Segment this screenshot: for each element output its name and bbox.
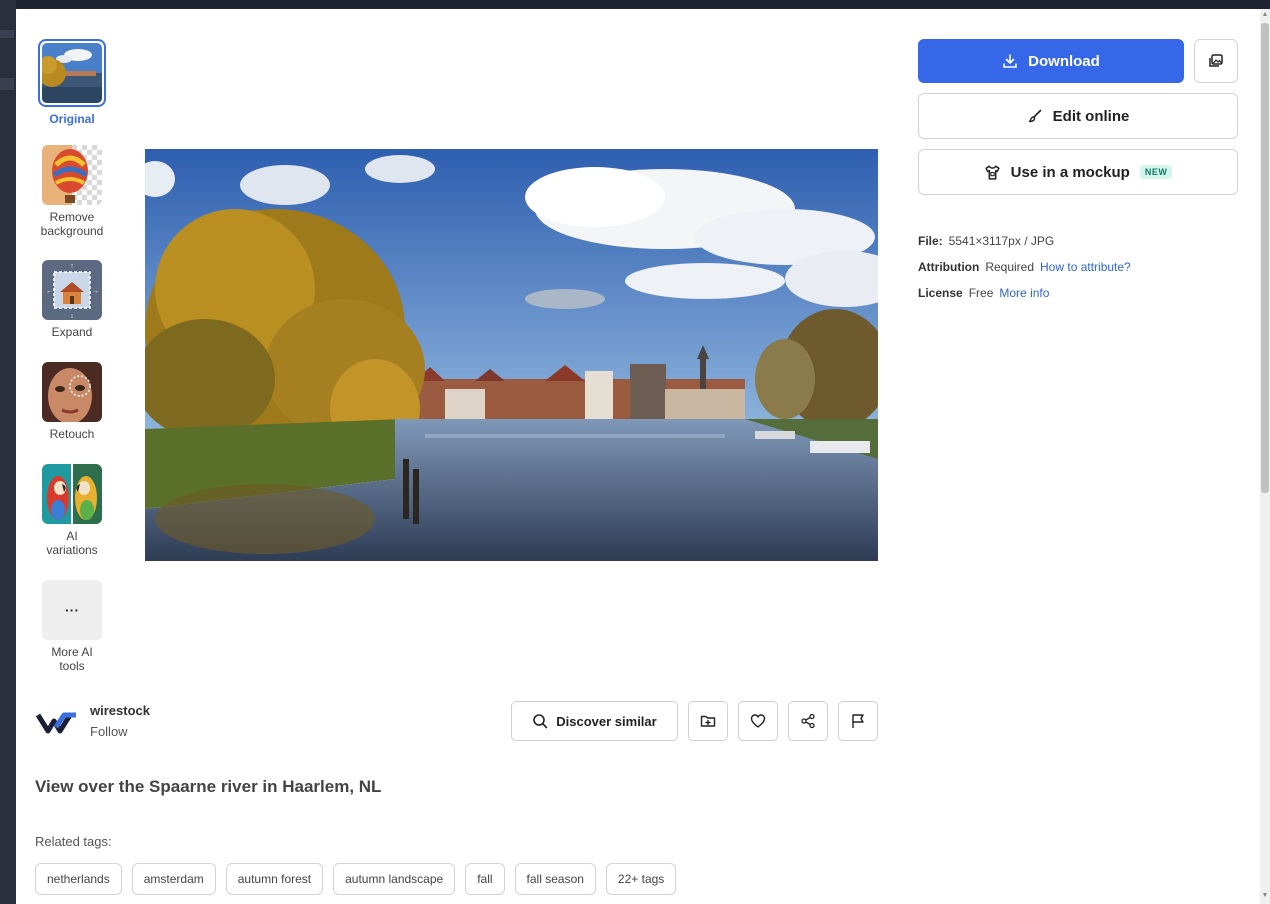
more-dots-icon: ··· bbox=[42, 580, 102, 640]
author-block: wirestock Follow bbox=[36, 703, 150, 739]
svg-text:→: → bbox=[92, 288, 99, 295]
folder-add-icon bbox=[700, 715, 716, 727]
license-key: License bbox=[918, 286, 963, 300]
balloon-thumbnail bbox=[42, 145, 102, 205]
download-label: Download bbox=[1028, 52, 1100, 70]
share-icon bbox=[801, 713, 815, 729]
svg-text:↓: ↓ bbox=[70, 313, 74, 320]
related-tags-list: netherlands amsterdam autumn forest autu… bbox=[35, 863, 677, 895]
file-info: File: 5541×3117px / JPG Attribution Requ… bbox=[918, 228, 1131, 306]
tool-label: Remove background bbox=[40, 210, 104, 238]
how-to-attribute-link[interactable]: How to attribute? bbox=[1040, 260, 1131, 274]
author-name[interactable]: wirestock bbox=[90, 703, 150, 718]
background-element bbox=[0, 78, 14, 90]
tool-label: Expand bbox=[51, 325, 93, 339]
file-value: 5541×3117px / JPG bbox=[948, 234, 1055, 248]
main-photo[interactable] bbox=[145, 149, 878, 561]
discover-similar-button[interactable]: Discover similar bbox=[511, 701, 678, 741]
house-expand-thumbnail: ↑ ↓ ← → bbox=[42, 260, 102, 320]
author-logo[interactable] bbox=[36, 709, 78, 737]
add-to-collection-button[interactable] bbox=[1194, 39, 1238, 83]
share-button[interactable] bbox=[788, 701, 828, 741]
image-actions: Discover similar bbox=[511, 701, 878, 741]
background-page-edge bbox=[0, 0, 16, 904]
mockup-label: Use in a mockup bbox=[1010, 163, 1130, 181]
more-info-link[interactable]: More info bbox=[999, 286, 1049, 300]
face-retouch-thumbnail bbox=[42, 362, 102, 422]
add-to-folder-button[interactable] bbox=[688, 701, 728, 741]
tool-label: AI variations bbox=[46, 529, 98, 557]
tag-fall-season[interactable]: fall season bbox=[514, 863, 596, 895]
modal-scrollbar[interactable]: ▲ ▼ bbox=[1260, 9, 1270, 904]
report-button[interactable] bbox=[838, 701, 878, 741]
new-badge: NEW bbox=[1139, 165, 1173, 179]
file-key: File: bbox=[918, 234, 943, 248]
river-thumbnail bbox=[38, 39, 106, 107]
tag-autumn-landscape[interactable]: autumn landscape bbox=[333, 863, 456, 895]
discover-similar-label: Discover similar bbox=[556, 713, 657, 729]
more-tags-button[interactable]: 22+ tags bbox=[605, 863, 677, 895]
tool-label: Retouch bbox=[49, 427, 95, 441]
tool-retouch[interactable]: Retouch bbox=[40, 362, 104, 441]
tool-remove-background[interactable]: Remove background bbox=[40, 145, 104, 238]
parrots-thumbnail bbox=[42, 464, 102, 524]
attribution-row: Attribution Required How to attribute? bbox=[918, 254, 1131, 280]
tag-autumn-forest[interactable]: autumn forest bbox=[225, 863, 324, 895]
license-row: License Free More info bbox=[918, 280, 1131, 306]
edit-online-label: Edit online bbox=[1052, 107, 1130, 125]
use-in-mockup-button[interactable]: Use in a mockup NEW bbox=[918, 149, 1238, 195]
file-row: File: 5541×3117px / JPG bbox=[918, 228, 1131, 254]
tool-label: Original bbox=[49, 112, 95, 126]
search-icon bbox=[533, 714, 548, 729]
download-button[interactable]: Download bbox=[918, 39, 1184, 83]
svg-text:←: ← bbox=[46, 288, 53, 295]
more-dots-glyph: ··· bbox=[65, 602, 79, 618]
tag-amsterdam[interactable]: amsterdam bbox=[131, 863, 216, 895]
attribution-value: Required bbox=[985, 260, 1035, 274]
tool-expand[interactable]: ↑ ↓ ← → Expand bbox=[40, 260, 104, 339]
tool-more-ai-tools[interactable]: ··· More AI tools bbox=[40, 580, 104, 673]
background-element bbox=[0, 30, 14, 38]
svg-text:↑: ↑ bbox=[70, 263, 74, 270]
attribution-key: Attribution bbox=[918, 260, 980, 274]
images-stack-icon bbox=[1209, 54, 1223, 67]
tag-netherlands[interactable]: netherlands bbox=[35, 863, 122, 895]
like-button[interactable] bbox=[738, 701, 778, 741]
flag-icon bbox=[852, 714, 864, 728]
tool-label: More AI tools bbox=[51, 645, 93, 673]
download-icon bbox=[1003, 54, 1017, 68]
follow-link[interactable]: Follow bbox=[90, 724, 150, 739]
image-title: View over the Spaarne river in Haarlem, … bbox=[35, 777, 382, 796]
scrollbar-thumb[interactable] bbox=[1261, 23, 1269, 493]
scroll-up-arrow[interactable]: ▲ bbox=[1261, 11, 1269, 19]
scroll-down-arrow[interactable]: ▼ bbox=[1261, 892, 1269, 900]
tshirt-icon bbox=[985, 164, 1000, 180]
tool-ai-variations[interactable]: AI variations bbox=[40, 464, 104, 557]
edit-online-button[interactable]: Edit online bbox=[918, 93, 1238, 139]
brush-icon bbox=[1028, 109, 1041, 123]
related-tags-label: Related tags: bbox=[35, 834, 112, 849]
tag-fall[interactable]: fall bbox=[465, 863, 505, 895]
tool-original[interactable]: Original bbox=[36, 39, 108, 126]
license-value: Free bbox=[968, 286, 994, 300]
image-detail-modal: Original Remove background ↑ ↓ ← → Expan… bbox=[16, 9, 1260, 904]
heart-icon bbox=[750, 714, 766, 728]
